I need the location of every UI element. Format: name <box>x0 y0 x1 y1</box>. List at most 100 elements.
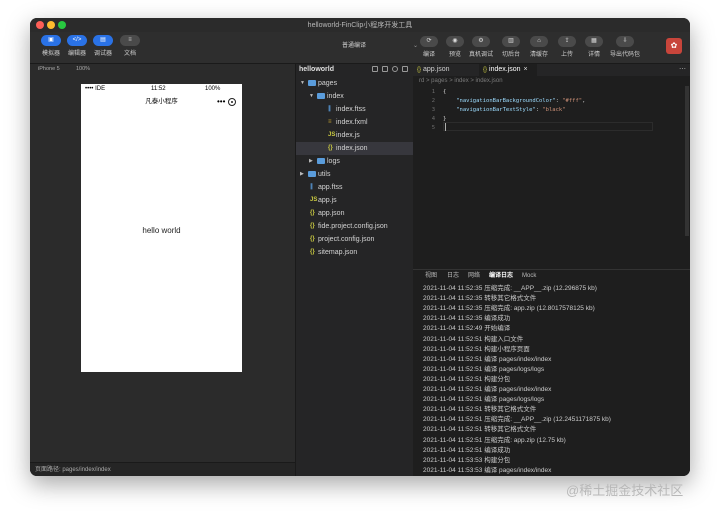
status-time: 11:52 <box>151 86 166 92</box>
device-select[interactable]: iPhone 5 <box>38 64 60 74</box>
folder-icon <box>308 171 316 177</box>
console-tab[interactable]: Mock <box>522 270 536 282</box>
tree-file[interactable]: ∥ index.ftss <box>296 103 414 116</box>
toolbar-button-label: 模拟器 <box>41 51 60 57</box>
simulator-bar: iPhone 5 100% <box>30 64 295 74</box>
ide-window: helloworld-FinClip小程序开发工具 ▣ 模拟器 </> 编辑器 ▤ 调试器… <box>30 18 690 476</box>
tree-file[interactable]: {} project.config.json <box>296 233 414 246</box>
toolbar-button-label: 上传 <box>560 52 573 58</box>
console-tab[interactable]: 日志 <box>447 270 459 282</box>
phone-screen: •••• IDE 11:52 100% 凡泰小程序 ••• hello worl… <box>81 84 242 372</box>
log-line: 2021-11-04 11:52:51 压缩完成: app.zip (12.75… <box>423 436 566 444</box>
compile-icon: ⟳ <box>420 36 438 47</box>
phone-nav-bar: 凡泰小程序 ••• <box>81 94 242 110</box>
tree-file[interactable]: ∥ app.ftss <box>296 181 414 194</box>
tree-file[interactable]: ≡ index.fxml <box>296 116 414 129</box>
close-mini-program-icon[interactable] <box>228 98 236 106</box>
file-icon: {} <box>310 210 315 216</box>
close-tab-icon[interactable]: × <box>524 66 528 73</box>
toolbar-button-background[interactable]: ▥ 切后台 <box>496 36 526 58</box>
folder-icon <box>317 93 325 99</box>
refresh-icon[interactable] <box>392 66 398 72</box>
new-folder-icon[interactable] <box>382 66 388 72</box>
tree-file[interactable]: JS index.js <box>296 129 414 142</box>
doc-icon: ≡ <box>120 35 140 46</box>
chevron-down-icon: ▼ <box>300 80 305 86</box>
log-line: 2021-11-04 11:52:51 压缩完成: __APP__.zip (1… <box>423 416 611 424</box>
tree-file[interactable]: {} sitemap.json <box>296 246 414 259</box>
tree-folder[interactable]: ▼ pages <box>296 77 414 90</box>
toolbar-button-export[interactable]: ⇩ 导出代码包 <box>610 36 640 58</box>
toolbar-button-label: 详情 <box>587 52 600 58</box>
line-number: 4 <box>431 116 435 122</box>
chevron-right-icon: ▶ <box>300 171 304 177</box>
json-value: "#fff" <box>562 98 583 104</box>
toolbar-button-remote-debug[interactable]: ⚙ 真机调试 <box>466 36 496 58</box>
breadcrumb: rd > pages > index > index.json <box>419 78 503 84</box>
console-tab[interactable]: 视图 <box>425 270 437 282</box>
tree-item-label: app.js <box>318 197 337 204</box>
current-line-highlight <box>443 122 653 131</box>
zoom-select[interactable]: 100% <box>76 64 90 74</box>
log-line: 2021-11-04 11:52:35 转移其它格式文件 <box>423 295 537 303</box>
file-icon: JS <box>310 197 318 203</box>
log-line: 2021-11-04 11:53:53 构建分包 <box>423 456 511 464</box>
log-line: 2021-11-04 11:52:51 转移其它格式文件 <box>423 406 537 414</box>
folder-icon <box>308 80 316 86</box>
file-icon: ∥ <box>328 106 331 112</box>
log-line: 2021-11-04 11:53:53 编译 pages/index/index <box>423 466 552 474</box>
code-icon: </> <box>67 35 87 46</box>
phone-status-bar: •••• IDE 11:52 100% <box>81 84 242 94</box>
log-line: 2021-11-04 11:52:51 编译 pages/logs/logs <box>423 365 545 373</box>
toolbar-button-clear-cache[interactable]: ⌂ 清缓存 <box>524 36 554 58</box>
battery-level: 100% <box>205 86 221 92</box>
user-avatar[interactable]: ✿ <box>666 38 682 54</box>
editor-tab[interactable]: {} app.json <box>413 64 477 76</box>
page-path: 页面路径: pages/index/index <box>30 462 295 476</box>
console-tab[interactable]: 编译日志 <box>489 270 513 282</box>
log-line: 2021-11-04 11:52:49 开始编译 <box>423 325 511 333</box>
hello-world-text: hello world <box>142 226 181 235</box>
editor-tab-label: index.json <box>489 66 521 73</box>
file-icon: ≡ <box>328 119 332 125</box>
tree-item-label: index <box>327 93 344 100</box>
toolbar-button-upload[interactable]: ⇪ 上传 <box>552 36 582 58</box>
tree-folder[interactable]: ▼ index <box>296 90 414 103</box>
tree-file[interactable]: {} index.json <box>296 142 414 155</box>
upload-icon: ⇪ <box>558 36 576 47</box>
tree-file[interactable]: {} app.json <box>296 207 414 220</box>
tree-file[interactable]: {} fide.project.config.json <box>296 220 414 233</box>
file-icon: ∥ <box>310 184 313 190</box>
tree-folder[interactable]: ▶ utils <box>296 168 414 181</box>
window-title: helloworld-FinClip小程序开发工具 <box>307 22 413 29</box>
collapse-icon[interactable] <box>402 66 408 72</box>
console-tab[interactable]: 网络 <box>468 270 480 282</box>
export-icon: ⇩ <box>616 36 634 47</box>
chevron-right-icon: ▶ <box>309 158 313 164</box>
tree-item-label: utils <box>318 171 331 178</box>
tree-item-label: pages <box>318 80 338 87</box>
toolbar-button-label: 导出代码包 <box>610 52 641 58</box>
toolbar-button-code[interactable]: </> 编辑器 <box>65 35 89 57</box>
file-explorer: helloworld ▼ pages ▼ index ∥ index.ftss ≡ index… <box>295 64 414 476</box>
toolbar-button-debug[interactable]: ▤ 调试器 <box>91 35 115 57</box>
more-icon[interactable]: ••• <box>217 94 225 110</box>
tree-file[interactable]: JS app.js <box>296 194 414 207</box>
text-cursor <box>445 123 446 131</box>
log-line: 2021-11-04 11:52:35 压缩完成: app.zip (12.80… <box>423 305 595 313</box>
code-line: 3 "navigationBarTextStyle": "black" <box>413 106 690 115</box>
compile-mode-select[interactable]: 普通编译 ⌄ <box>342 40 418 52</box>
toolbar-button-details[interactable]: ▦ 详情 <box>579 36 609 58</box>
editor-scrollbar[interactable] <box>685 86 689 236</box>
editor-tab[interactable]: {} index.json × <box>479 64 537 76</box>
toolbar-button-doc[interactable]: ≡ 文档 <box>118 35 142 57</box>
tree-folder[interactable]: ▶ logs <box>296 155 414 168</box>
new-file-icon[interactable] <box>372 66 378 72</box>
code-line: 1{ <box>413 88 690 97</box>
more-options-icon[interactable]: ⋯ <box>679 64 686 76</box>
toolbar-button-phone[interactable]: ▣ 模拟器 <box>39 35 63 57</box>
tree-item-label: project.config.json <box>318 236 375 243</box>
log-line: 2021-11-04 11:52:51 编译 pages/logs/logs <box>423 396 545 404</box>
log-line: 2021-11-04 11:52:51 转移其它格式文件 <box>423 426 537 434</box>
log-line: 2021-11-04 11:52:35 压缩完成: __APP__.zip (1… <box>423 285 597 292</box>
